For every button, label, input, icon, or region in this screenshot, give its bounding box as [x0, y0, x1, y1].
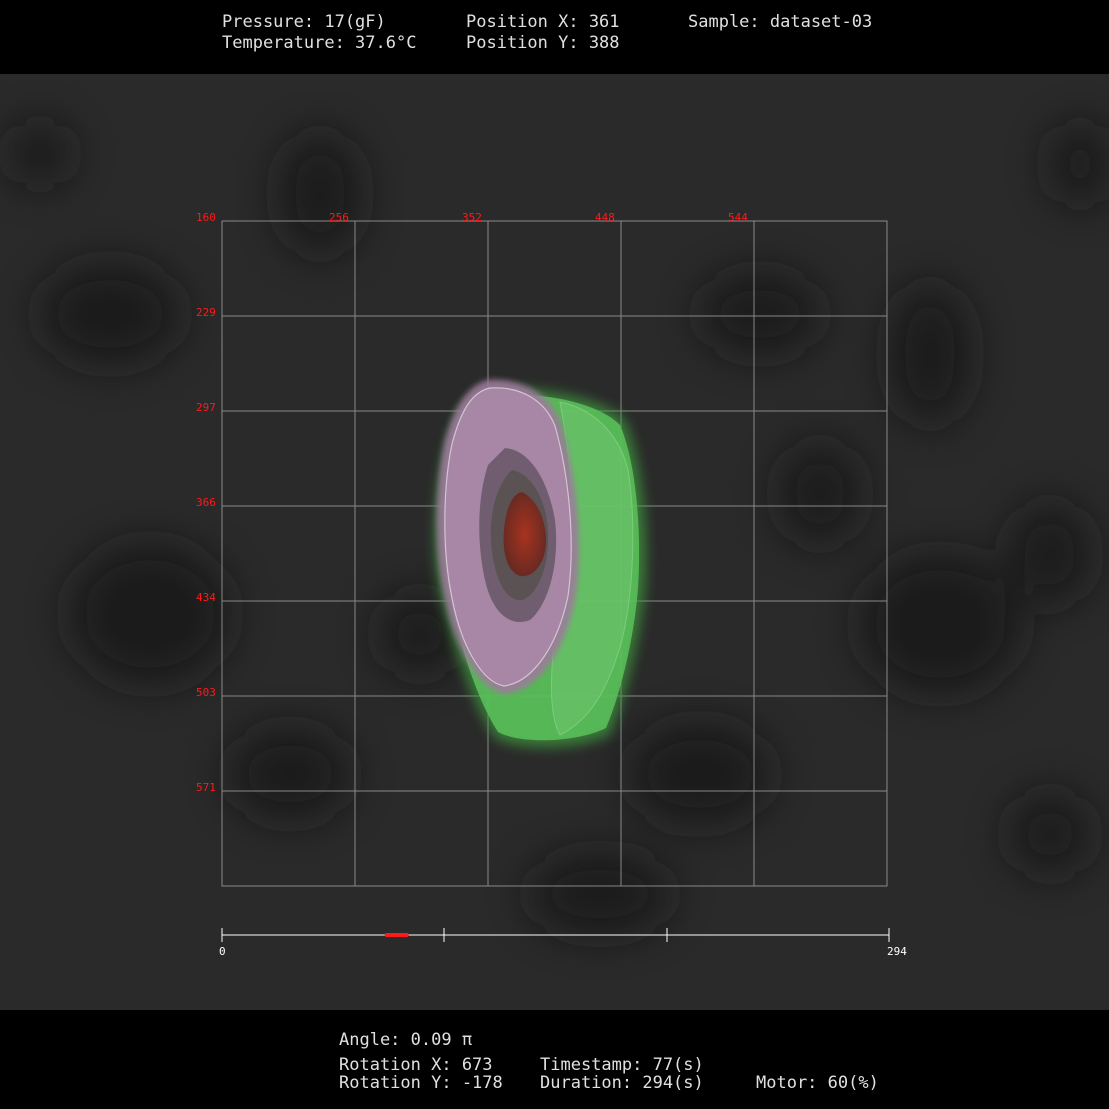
x-tick-label: 256 — [329, 211, 349, 224]
timeline-end-label: 294 — [887, 945, 907, 958]
angle-readout: Angle: 0.09 π — [339, 1030, 473, 1050]
x-tick-label: 352 — [462, 211, 482, 224]
specimen-cell[interactable] — [435, 379, 647, 748]
y-tick-label: 571 — [196, 781, 216, 794]
x-tick-label: 160 — [196, 211, 216, 224]
overlay-canvas — [221, 220, 890, 1097]
y-tick-label: 503 — [196, 686, 216, 699]
duration-readout: Duration: 294(s) — [540, 1073, 704, 1093]
y-tick-label: 434 — [196, 591, 216, 604]
timeline-scrubber[interactable] — [221, 928, 890, 942]
motor-readout: Motor: 60(%) — [756, 1073, 879, 1093]
y-tick-label: 297 — [196, 401, 216, 414]
y-tick-label: 229 — [196, 306, 216, 319]
timeline-playhead[interactable] — [384, 933, 409, 937]
timeline-start-label: 0 — [219, 945, 226, 958]
x-tick-label: 544 — [728, 211, 748, 224]
y-tick-label: 366 — [196, 496, 216, 509]
x-tick-label: 448 — [595, 211, 615, 224]
rotation-y-readout: Rotation Y: -178 — [339, 1073, 503, 1093]
